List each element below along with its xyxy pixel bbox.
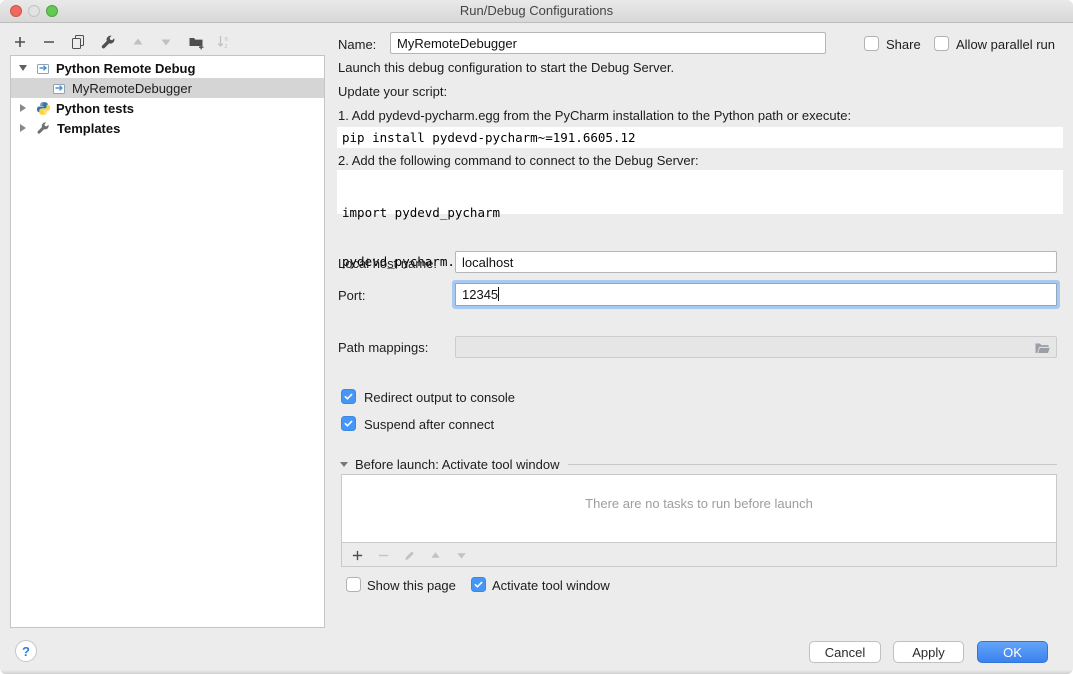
suspend-after-connect-checkbox[interactable]: [341, 416, 356, 431]
redirect-output-label: Redirect output to console: [364, 390, 515, 405]
window-bottom-edge: [0, 670, 1073, 674]
activate-tool-window-checkbox[interactable]: [471, 577, 486, 592]
wrench-icon: [100, 34, 116, 50]
window-title: Run/Debug Configurations: [0, 3, 1073, 18]
remote-debug-icon: [35, 60, 51, 76]
add-task-button[interactable]: [348, 546, 366, 564]
new-folder-button[interactable]: [187, 33, 205, 51]
arrow-down-icon: [456, 550, 467, 561]
pip-install-code: pip install pydevd-pycharm~=191.6605.12: [337, 127, 1063, 148]
allow-parallel-run-checkbox[interactable]: [934, 36, 949, 51]
local-host-name-label: Local host name:: [338, 256, 437, 271]
activate-tool-window-label: Activate tool window: [492, 578, 610, 593]
port-label: Port:: [338, 288, 365, 303]
redirect-output-checkbox[interactable]: [341, 389, 356, 404]
apply-button[interactable]: Apply: [893, 641, 964, 663]
ok-button[interactable]: OK: [977, 641, 1048, 663]
wrench-icon: [35, 120, 51, 136]
tree-item-label: MyRemoteDebugger: [72, 81, 192, 96]
pencil-icon: [403, 549, 416, 562]
instruction-line-1: Launch this debug configuration to start…: [338, 60, 674, 75]
arrow-up-icon: [132, 36, 144, 48]
arrow-down-icon: [160, 36, 172, 48]
title-bar: Run/Debug Configurations: [0, 0, 1073, 23]
suspend-after-connect-label: Suspend after connect: [364, 417, 494, 432]
before-launch-toolbar: [341, 543, 1057, 567]
chevron-down-icon: [340, 462, 348, 467]
move-up-button[interactable]: [129, 33, 147, 51]
move-down-button[interactable]: [157, 33, 175, 51]
show-this-page-checkbox[interactable]: [346, 577, 361, 592]
settrace-code: import pydevd_pycharm pydevd_pycharm.set…: [337, 170, 1063, 214]
move-task-up-button[interactable]: [426, 546, 444, 564]
edit-templates-button[interactable]: [99, 33, 117, 51]
name-input[interactable]: [390, 32, 826, 54]
sort-configurations-button[interactable]: a z: [215, 33, 233, 51]
move-task-down-button[interactable]: [452, 546, 470, 564]
tree-item-myremotedebugger[interactable]: MyRemoteDebugger: [11, 78, 324, 98]
minus-icon: [42, 35, 56, 49]
local-host-name-input[interactable]: [455, 251, 1057, 273]
before-launch-empty-message: There are no tasks to run before launch: [342, 496, 1056, 511]
new-folder-icon: [188, 34, 204, 50]
remote-debug-icon: [51, 80, 67, 96]
remove-task-button[interactable]: [374, 546, 392, 564]
path-mappings-label: Path mappings:: [338, 340, 428, 355]
name-label: Name:: [338, 37, 376, 52]
tree-item-python-remote-debug[interactable]: Python Remote Debug: [11, 58, 324, 78]
open-folder-icon[interactable]: [1034, 340, 1051, 361]
ok-button-label: OK: [1003, 645, 1022, 660]
plus-icon: [351, 549, 364, 562]
run-debug-configurations-dialog: Run/Debug Configurations a z: [0, 0, 1073, 674]
minus-icon: [377, 549, 390, 562]
tree-item-label: Python Remote Debug: [56, 61, 195, 76]
remove-configuration-button[interactable]: [40, 33, 58, 51]
tree-item-templates[interactable]: Templates: [11, 118, 324, 138]
path-mappings-input[interactable]: [455, 336, 1057, 358]
instruction-step-1: 1. Add pydevd-pycharm.egg from the PyCha…: [338, 108, 851, 123]
svg-text:a: a: [225, 37, 229, 43]
arrow-up-icon: [430, 550, 441, 561]
tree-item-python-tests[interactable]: Python tests: [11, 98, 324, 118]
settrace-code-line-1: import pydevd_pycharm: [342, 203, 1058, 222]
check-icon: [343, 391, 354, 402]
check-icon: [473, 579, 484, 590]
copy-configuration-button[interactable]: [69, 33, 87, 51]
share-label: Share: [886, 37, 921, 52]
check-icon: [343, 418, 354, 429]
copy-icon: [70, 34, 86, 50]
help-button[interactable]: ?: [15, 640, 37, 662]
share-checkbox[interactable]: [864, 36, 879, 51]
add-configuration-button[interactable]: [11, 33, 29, 51]
cancel-button-label: Cancel: [825, 645, 865, 660]
port-input[interactable]: 12345: [455, 283, 1057, 306]
plus-icon: [13, 35, 27, 49]
svg-text:z: z: [225, 44, 228, 50]
tree-item-label: Templates: [57, 121, 120, 136]
instruction-line-2: Update your script:: [338, 84, 447, 99]
python-icon: [35, 100, 51, 116]
section-divider: [568, 464, 1057, 465]
sort-az-icon: a z: [216, 34, 232, 50]
configurations-tree: Python Remote Debug MyRemoteDebugger Pyt…: [10, 55, 325, 628]
cancel-button[interactable]: Cancel: [809, 641, 881, 663]
apply-button-label: Apply: [912, 645, 945, 660]
chevron-right-icon[interactable]: [20, 104, 26, 112]
show-this-page-label: Show this page: [367, 578, 456, 593]
chevron-right-icon[interactable]: [20, 124, 26, 132]
chevron-down-icon[interactable]: [19, 65, 27, 71]
port-value: 12345: [462, 287, 498, 302]
instruction-step-2: 2. Add the following command to connect …: [338, 153, 699, 168]
before-launch-task-list: There are no tasks to run before launch: [341, 474, 1057, 543]
allow-parallel-run-label: Allow parallel run: [956, 37, 1055, 52]
text-caret: [498, 287, 499, 301]
question-mark-icon: ?: [22, 644, 30, 659]
tree-item-label: Python tests: [56, 101, 134, 116]
before-launch-title: Before launch: Activate tool window: [355, 457, 560, 472]
before-launch-header[interactable]: Before launch: Activate tool window: [340, 457, 1057, 472]
edit-task-button[interactable]: [400, 546, 418, 564]
